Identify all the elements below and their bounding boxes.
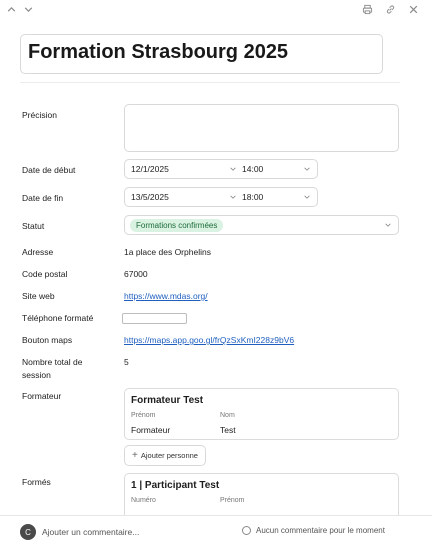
code-postal-value: 67000 (124, 269, 148, 279)
chevron-down-icon[interactable] (229, 193, 237, 201)
comment-input[interactable]: Ajouter un commentaire... (42, 527, 139, 537)
comment-bar: C Ajouter un commentaire... Aucun commen… (0, 515, 432, 551)
chevron-down-icon[interactable] (303, 165, 311, 173)
telephone-input[interactable] (122, 313, 187, 324)
date-debut-time[interactable]: 14:00 (242, 164, 263, 174)
date-fin-field[interactable]: 13/5/2025 18:00 (124, 187, 318, 207)
add-person-label: Ajouter personne (140, 451, 198, 460)
site-web-label: Site web (22, 291, 55, 301)
header-divider (20, 82, 400, 83)
comment-status-icon (242, 526, 251, 535)
date-fin-date[interactable]: 13/5/2025 (131, 192, 169, 202)
status-badge: Formations confirmées (130, 218, 224, 232)
no-comment-text: Aucun commentaire pour le moment (256, 526, 385, 535)
formes-card-title[interactable]: 1 | Participant Test (131, 480, 219, 491)
nom-value: Test (220, 425, 236, 435)
formes-label: Formés (22, 477, 51, 487)
code-postal-label: Code postal (22, 269, 68, 279)
nombre-session-value: 5 (124, 357, 129, 367)
chevron-down-icon[interactable] (21, 2, 35, 16)
nom-label: Nom (220, 412, 235, 419)
chevron-down-icon[interactable] (303, 193, 311, 201)
nombre-session-label: Nombre total de session (22, 357, 83, 380)
no-comment-status: Aucun commentaire pour le moment (242, 526, 385, 535)
bouton-maps-label: Bouton maps (22, 335, 73, 345)
statut-label: Statut (22, 221, 45, 231)
date-fin-time[interactable]: 18:00 (242, 192, 263, 202)
formateur-card-title[interactable]: Formateur Test (131, 395, 203, 406)
chevron-down-icon[interactable] (384, 221, 392, 229)
adresse-value: 1a place des Orphelins (124, 247, 211, 257)
numero-label: Numéro (131, 497, 156, 504)
formes-card[interactable]: 1 | Participant Test Numéro Prénom (124, 473, 399, 521)
record-title: Formation Strasbourg 2025 (28, 41, 289, 63)
statut-select[interactable]: Formations confirmées (124, 215, 399, 235)
chevron-up-icon[interactable] (4, 2, 18, 16)
precision-label: Précision (22, 110, 57, 120)
print-icon[interactable] (360, 2, 374, 16)
formes-prenom-label: Prénom (220, 497, 245, 504)
prenom-value: Formateur (131, 425, 171, 435)
adresse-label: Adresse (22, 247, 54, 257)
date-debut-field[interactable]: 12/1/2025 14:00 (124, 159, 318, 179)
avatar: C (20, 524, 36, 540)
precision-textarea[interactable] (124, 104, 399, 152)
add-person-button[interactable]: + Ajouter personne (124, 445, 206, 466)
prenom-label: Prénom (131, 412, 156, 419)
site-web-link[interactable]: https://www.mdas.org/ (124, 290, 208, 302)
chevron-down-icon[interactable] (229, 165, 237, 173)
link-icon[interactable] (383, 2, 397, 16)
telephone-label: Téléphone formaté (22, 313, 94, 323)
title-field[interactable]: Formation Strasbourg 2025 (20, 34, 383, 74)
plus-icon: + (132, 450, 138, 461)
top-toolbar (0, 0, 432, 20)
date-fin-label: Date de fin (22, 193, 64, 203)
date-debut-date[interactable]: 12/1/2025 (131, 164, 169, 174)
maps-link[interactable]: https://maps.app.goo.gl/frQzSxKmI228z9bV… (124, 334, 294, 346)
formateur-card[interactable]: Formateur Test Prénom Formateur Nom Test (124, 388, 399, 440)
formateur-label: Formateur (22, 391, 62, 401)
date-debut-label: Date de début (22, 165, 76, 175)
close-icon[interactable] (406, 2, 420, 16)
